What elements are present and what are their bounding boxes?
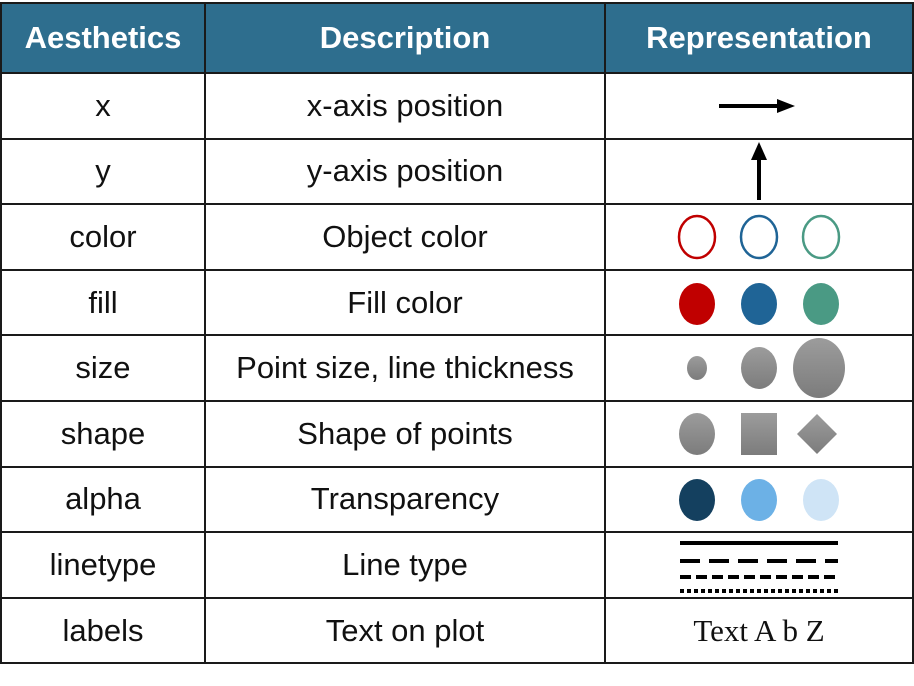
aesthetic-cell: linetype xyxy=(0,531,206,599)
description-cell: x-axis position xyxy=(204,72,606,140)
representation-cell: Text A b Z xyxy=(604,596,914,665)
green-outline-circle xyxy=(801,214,841,260)
red-filled-circle xyxy=(679,282,715,325)
table-row: alpha Transparency xyxy=(0,465,914,534)
description-cell: y-axis position xyxy=(204,137,606,206)
aesthetic-cell: labels xyxy=(0,596,206,665)
aesthetic-cell: size xyxy=(0,334,206,402)
filled-circles-icon xyxy=(679,282,839,325)
representation-cell xyxy=(604,465,914,534)
green-filled-circle xyxy=(803,282,839,325)
description-cell: Transparency xyxy=(204,465,606,534)
line-types-icon xyxy=(680,540,838,593)
red-outline-circle xyxy=(677,214,717,260)
sized-circles-icon xyxy=(687,338,845,399)
table-row: linetype Line type xyxy=(0,531,914,599)
circle-shape xyxy=(679,412,715,455)
aesthetic-cell: x xyxy=(0,72,206,140)
transparent-circle xyxy=(803,479,839,522)
table-row: shape Shape of points xyxy=(0,399,914,468)
blue-filled-circle xyxy=(741,282,777,325)
header-representation: Representation xyxy=(604,2,914,74)
transparency-circles-icon xyxy=(679,479,839,522)
representation-cell xyxy=(604,334,914,402)
description-cell: Line type xyxy=(204,531,606,599)
aesthetics-table: Aesthetics Description Representation x … xyxy=(0,2,914,665)
representation-cell xyxy=(604,203,914,271)
aesthetic-cell: alpha xyxy=(0,465,206,534)
table-row: x x-axis position xyxy=(0,72,914,140)
description-cell: Shape of points xyxy=(204,399,606,468)
representation-cell xyxy=(604,531,914,599)
large-circle xyxy=(793,338,845,399)
representation-cell xyxy=(604,137,914,206)
description-cell: Fill color xyxy=(204,268,606,337)
small-circle xyxy=(687,356,707,381)
shapes-icon xyxy=(679,412,837,455)
header-row: Aesthetics Description Representation xyxy=(0,2,914,74)
aesthetic-cell: shape xyxy=(0,399,206,468)
header-aesthetics: Aesthetics xyxy=(0,2,206,74)
semi-transparent-circle xyxy=(741,479,777,522)
table-row: y y-axis position xyxy=(0,137,914,206)
description-cell: Object color xyxy=(204,203,606,271)
representation-cell xyxy=(604,72,914,140)
table-row: color Object color xyxy=(0,203,914,271)
opaque-circle xyxy=(679,479,715,522)
description-cell: Text on plot xyxy=(204,596,606,665)
aesthetic-cell: fill xyxy=(0,268,206,337)
diamond-shape xyxy=(797,413,837,454)
square-shape xyxy=(741,412,777,455)
aesthetic-cell: color xyxy=(0,203,206,271)
right-arrow-icon xyxy=(719,98,795,113)
up-arrow-icon xyxy=(751,142,767,201)
description-cell: Point size, line thickness xyxy=(204,334,606,402)
medium-circle xyxy=(741,347,777,390)
representation-cell xyxy=(604,268,914,337)
representation-cell xyxy=(604,399,914,468)
table-row: labels Text on plot Text A b Z xyxy=(0,596,914,665)
blue-outline-circle xyxy=(739,214,779,260)
aesthetic-cell: y xyxy=(0,137,206,206)
header-description: Description xyxy=(204,2,606,74)
outlined-circles-icon xyxy=(677,214,841,260)
table-row: size Point size, line thickness xyxy=(0,334,914,402)
table-row: fill Fill color xyxy=(0,268,914,337)
